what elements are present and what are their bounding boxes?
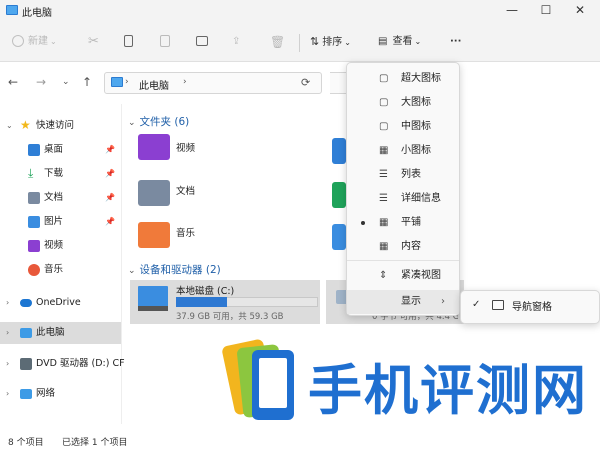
downloads-folder-icon[interactable] [332, 182, 346, 208]
content-icon: ▦ [379, 241, 389, 252]
menu-item-list[interactable]: ☰ 列表 [347, 163, 459, 187]
item-count: 8 个项目 [8, 438, 44, 448]
drive-name: 本地磁盘 (C:) [176, 286, 235, 297]
submenu-chevron-icon: › [441, 296, 445, 307]
folder-label[interactable]: 视频 [176, 140, 195, 154]
more-button[interactable]: ··· [450, 30, 461, 54]
pictures-icon [28, 216, 40, 228]
sidebar-item-pictures[interactable]: 图片 📌 [0, 211, 121, 233]
sidebar-item-onedrive[interactable]: › OneDrive [0, 292, 121, 314]
maximize-button[interactable]: ☐ [532, 0, 560, 20]
forward-icon[interactable]: → [36, 75, 46, 89]
expand-chevron-icon[interactable]: › [6, 292, 9, 314]
navigation-pane-icon [492, 300, 504, 310]
compact-view-icon: ⇕ [379, 270, 388, 281]
navigation-pane-toggle[interactable]: 导航窗格 [512, 298, 552, 313]
large-icons-icon: ▢ [379, 97, 389, 108]
menu-item-compact-view[interactable]: ⇕ 紧凑视图 [347, 264, 459, 288]
folders-section-header[interactable]: ⌄ 文件夹 (6) [128, 114, 189, 129]
menu-item-extra-large-icons[interactable]: ▢ 超大图标 [347, 67, 459, 91]
refresh-icon[interactable]: ⟳ [301, 76, 310, 89]
window-title: 此电脑 [22, 8, 52, 19]
address-bar[interactable]: › 此电脑 › ⟳ [104, 72, 322, 94]
selection-count: 已选择 1 个项目 [62, 438, 128, 448]
pin-icon[interactable]: 📌 [105, 211, 115, 233]
pin-icon[interactable]: 📌 [105, 187, 115, 209]
sidebar-item-documents[interactable]: 文档 📌 [0, 187, 121, 209]
menu-item-medium-icons[interactable]: ▢ 中图标 [347, 115, 459, 139]
plus-circle-icon [12, 35, 24, 47]
music-folder-icon[interactable] [138, 222, 170, 248]
recent-chevron-icon[interactable]: ⌄ [62, 77, 70, 87]
list-icon: ☰ [379, 169, 388, 180]
pictures-folder-icon[interactable] [332, 224, 346, 250]
path-chevron: › [183, 77, 187, 87]
expand-chevron-icon[interactable]: ⌄ [6, 115, 13, 137]
medium-icons-icon: ▢ [379, 121, 389, 132]
cloud-icon [20, 299, 32, 307]
star-icon: ★ [20, 118, 31, 132]
sidebar-item-music[interactable]: 音乐 [0, 259, 121, 281]
download-icon: ⤓ [28, 166, 34, 180]
sidebar-item-videos[interactable]: 视频 [0, 235, 121, 257]
extra-large-icons-icon: ▢ [379, 73, 389, 84]
minimize-button[interactable]: — [498, 0, 526, 20]
path-chevron: › [125, 77, 129, 87]
videos-icon [28, 240, 40, 252]
copy-icon[interactable] [124, 30, 133, 54]
watermark-text: 手机评测网 [308, 359, 588, 422]
music-icon [28, 264, 40, 276]
toolbar-divider [299, 34, 300, 52]
pin-icon[interactable]: 📌 [105, 163, 115, 185]
sidebar-item-quick-access[interactable]: ⌄ ★ 快速访问 [0, 115, 121, 137]
drive-base-icon [138, 306, 168, 311]
folder-label[interactable]: 音乐 [176, 225, 195, 239]
menu-divider [347, 260, 459, 261]
pin-icon[interactable]: 📌 [105, 139, 115, 161]
videos-folder-icon[interactable] [138, 134, 170, 160]
back-icon[interactable]: ← [8, 75, 18, 89]
selected-bullet-icon [361, 221, 365, 225]
sidebar-item-downloads[interactable]: ⤓ 下载 📌 [0, 163, 121, 185]
details-icon: ☰ [379, 193, 388, 204]
document-icon [28, 192, 40, 204]
up-icon[interactable]: ↑ [82, 75, 92, 89]
tiles-icon: ▦ [379, 217, 389, 228]
delete-icon[interactable]: 🗑 [270, 30, 285, 54]
menu-item-show[interactable]: 显示 › [347, 290, 459, 314]
collapse-chevron-icon: ⌄ [128, 118, 136, 128]
windows-drive-icon [138, 286, 168, 308]
collapse-chevron-icon: ⌄ [128, 266, 136, 276]
sort-button[interactable]: ⇅ 排序 ⌄ [310, 30, 351, 54]
watermark-logo: 手机评测网 [0, 324, 600, 432]
path-segment[interactable]: 此电脑 [139, 77, 169, 92]
cut-icon[interactable]: ✂ [88, 30, 99, 54]
drive-usage-fill [176, 297, 227, 307]
this-pc-icon [111, 77, 123, 87]
folder-label[interactable]: 文档 [176, 183, 195, 197]
menu-item-small-icons[interactable]: ▦ 小图标 [347, 139, 459, 163]
drive-free-space: 37.9 GB 可用，共 59.3 GB [176, 312, 284, 322]
menu-item-details[interactable]: ☰ 详细信息 [347, 187, 459, 211]
sidebar-item-desktop[interactable]: 桌面 📌 [0, 139, 121, 161]
new-button[interactable]: 新建 ⌄ [12, 30, 57, 54]
rename-icon[interactable] [196, 30, 208, 54]
desktop-icon [28, 144, 40, 156]
drives-section-header[interactable]: ⌄ 设备和驱动器 (2) [128, 262, 221, 277]
check-icon: ✓ [472, 299, 481, 310]
paste-icon[interactable] [160, 30, 170, 54]
small-icons-icon: ▦ [379, 145, 389, 156]
sort-icon: ⇅ [310, 35, 320, 48]
status-bar: 8 个项目 已选择 1 个项目 [0, 432, 600, 451]
desktop-folder-icon[interactable] [332, 138, 346, 164]
view-button[interactable]: ▤ 查看 ⌄ [378, 30, 421, 54]
menu-item-tiles[interactable]: ▦ 平铺 [347, 211, 459, 235]
close-button[interactable]: ✕ [566, 0, 594, 20]
this-pc-icon [6, 5, 18, 15]
view-icon: ▤ [378, 36, 388, 47]
documents-folder-icon[interactable] [138, 180, 170, 206]
menu-item-large-icons[interactable]: ▢ 大图标 [347, 91, 459, 115]
menu-item-content[interactable]: ▦ 内容 [347, 235, 459, 259]
share-icon[interactable]: ⇪ [232, 30, 240, 54]
